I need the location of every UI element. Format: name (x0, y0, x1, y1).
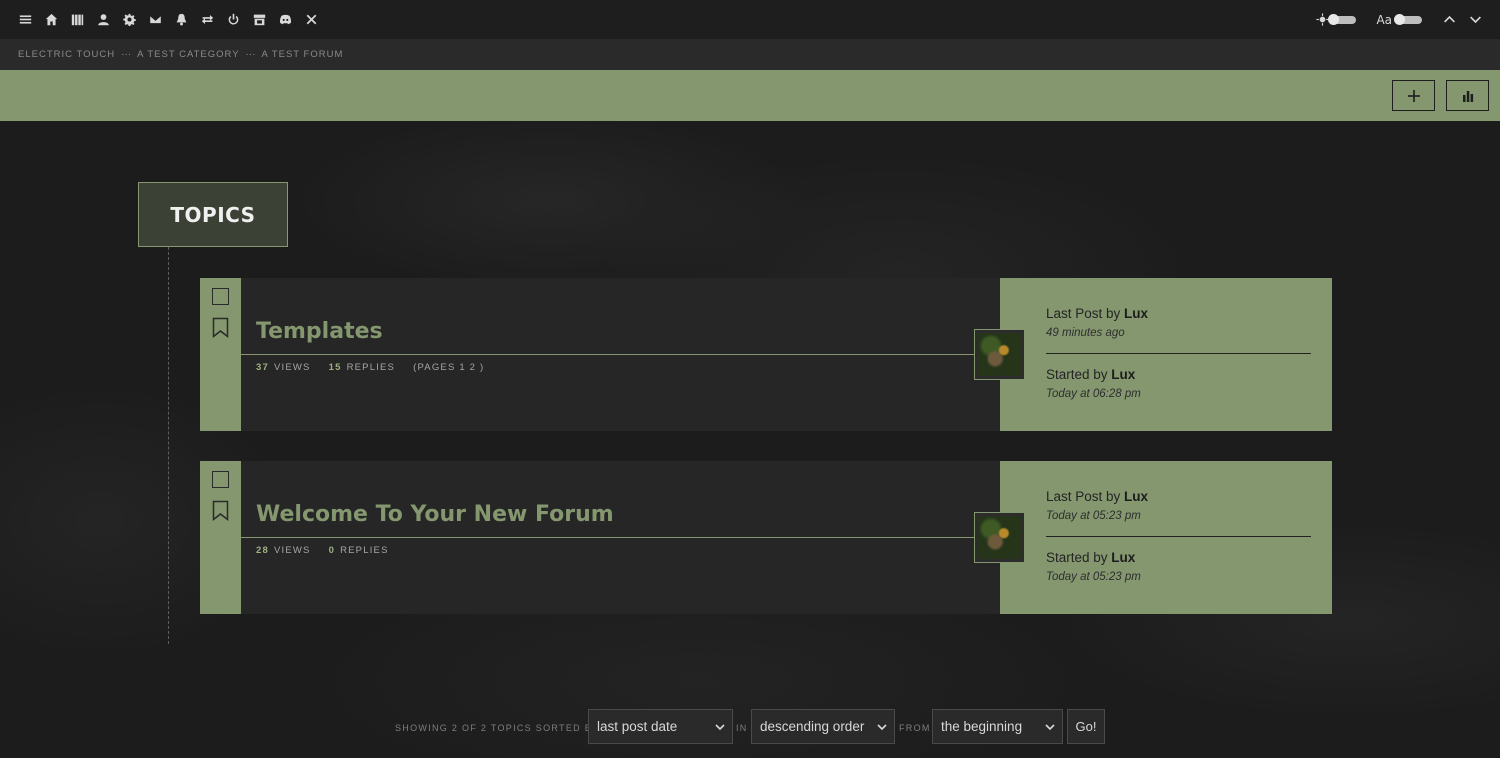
chevron-down-icon (1045, 724, 1055, 731)
bar-chart-icon (1462, 90, 1473, 102)
replies-label: REPLIES (340, 545, 389, 556)
started-time: Today at 06:28 pm (1046, 388, 1141, 400)
sort-by-value: last post date (597, 719, 678, 734)
post-info-divider (1046, 353, 1311, 354)
post-info-divider (1046, 536, 1311, 537)
avatar[interactable] (974, 512, 1025, 563)
topic-title[interactable]: Templates (256, 319, 383, 344)
breadcrumb-item-category[interactable]: A TEST CATEGORY (137, 49, 239, 60)
breadcrumb: ELECTRIC TOUCH ··· A TEST CATEGORY ··· A… (0, 39, 1500, 70)
pages-links[interactable]: (PAGES 1 2 ) (413, 362, 484, 373)
in-text: IN (736, 723, 748, 733)
started-by-line: Started by Lux (1046, 367, 1135, 382)
from-text: FROM (899, 723, 931, 733)
sort-by-select[interactable]: last post date (588, 709, 733, 744)
views-label: VIEWS (273, 362, 311, 373)
showing-text: SHOWING 2 OF 2 TOPICS SORTED BY (395, 723, 600, 733)
started-prefix: Started by (1046, 550, 1112, 565)
last-post-user[interactable]: Lux (1124, 306, 1148, 321)
sort-order-value: descending order (760, 719, 865, 734)
font-toggle-label: Aa (1376, 12, 1392, 27)
avatar-image (978, 516, 1021, 559)
select-checkbox[interactable] (212, 471, 229, 488)
replies-count: 15 (328, 362, 342, 373)
tools-icon[interactable] (298, 7, 324, 33)
forum-stats-button[interactable] (1446, 80, 1489, 111)
discord-icon[interactable] (272, 7, 298, 33)
last-post-time: Today at 05:23 pm (1046, 510, 1141, 522)
title-underline (241, 354, 1016, 355)
toolbar-left (12, 7, 324, 33)
font-toggle-group[interactable]: Aa (1376, 13, 1422, 27)
user-icon[interactable] (90, 7, 116, 33)
menu-icon[interactable] (12, 7, 38, 33)
topic-row: Templates 37 VIEWS 15 REPLIES (PAGES 1 2 )… (200, 278, 1332, 431)
section-title: TOPICS (170, 202, 256, 227)
last-post-user[interactable]: Lux (1124, 489, 1148, 504)
timeline-line (168, 247, 169, 644)
breadcrumb-separator: ··· (245, 49, 256, 60)
topic-action-strip (200, 461, 241, 614)
chevron-down-icon (877, 724, 887, 731)
library-icon[interactable] (64, 7, 90, 33)
chevron-down-icon (715, 724, 725, 731)
started-time: Today at 05:23 pm (1046, 571, 1141, 583)
topic-title[interactable]: Welcome To Your New Forum (256, 502, 614, 527)
bell-icon[interactable] (168, 7, 194, 33)
title-underline (241, 537, 1016, 538)
theme-toggle-group[interactable] (1314, 7, 1357, 33)
select-checkbox[interactable] (212, 288, 229, 305)
section-title-box: TOPICS (138, 182, 288, 247)
last-post-line: Last Post by Lux (1046, 306, 1148, 321)
go-button[interactable]: Go! (1067, 709, 1105, 744)
last-post-prefix: Last Post by (1046, 306, 1125, 321)
last-post-time: 49 minutes ago (1046, 327, 1125, 339)
swap-icon[interactable] (194, 7, 220, 33)
avatar-image (978, 333, 1021, 376)
started-by-line: Started by Lux (1046, 550, 1135, 565)
breadcrumb-item-board[interactable]: ELECTRIC TOUCH (18, 49, 115, 60)
chevron-up-icon[interactable] (1436, 7, 1462, 33)
mail-icon[interactable] (142, 7, 168, 33)
breadcrumb-separator: ··· (121, 49, 132, 60)
new-topic-button[interactable] (1392, 80, 1435, 111)
last-post-line: Last Post by Lux (1046, 489, 1148, 504)
from-value: the beginning (941, 719, 1023, 734)
chevron-down-icon[interactable] (1462, 7, 1488, 33)
replies-label: REPLIES (346, 362, 396, 373)
topic-row: Welcome To Your New Forum 28 VIEWS 0 REPLI… (200, 461, 1332, 614)
topic-post-info: Last Post by Lux 49 minutes ago Started … (1000, 278, 1332, 431)
gear-icon[interactable] (116, 7, 142, 33)
bookmark-icon[interactable] (212, 500, 229, 521)
top-toolbar: Aa (0, 0, 1500, 39)
plus-icon (1407, 89, 1420, 102)
views-count: 28 (256, 545, 269, 556)
breadcrumb-item-forum[interactable]: A TEST FORUM (262, 49, 344, 60)
sort-order-select[interactable]: descending order (751, 709, 895, 744)
views-label: VIEWS (273, 545, 311, 556)
topic-post-info: Last Post by Lux Today at 05:23 pm Start… (1000, 461, 1332, 614)
forum-header-band (0, 70, 1500, 121)
toolbar-right: Aa (1300, 7, 1488, 33)
started-user[interactable]: Lux (1111, 367, 1135, 382)
topic-action-strip (200, 278, 241, 431)
started-prefix: Started by (1046, 367, 1112, 382)
topic-stats: 28 VIEWS 0 REPLIES (256, 545, 407, 556)
topic-list-area: TOPICS Templates 37 VIEWS 15 REPLIES (PAGE… (0, 121, 1500, 758)
from-select[interactable]: the beginning (932, 709, 1063, 744)
theme-toggle-switch[interactable] (1328, 13, 1357, 25)
topic-stats: 37 VIEWS 15 REPLIES (PAGES 1 2 ) (256, 362, 502, 373)
views-count: 37 (256, 362, 269, 373)
avatar[interactable] (974, 329, 1025, 380)
last-post-prefix: Last Post by (1046, 489, 1125, 504)
sort-options-bar: SHOWING 2 OF 2 TOPICS SORTED BY last pos… (0, 709, 1500, 745)
font-toggle-switch[interactable] (1394, 13, 1422, 25)
store-icon[interactable] (246, 7, 272, 33)
power-icon[interactable] (220, 7, 246, 33)
home-icon[interactable] (38, 7, 64, 33)
started-user[interactable]: Lux (1111, 550, 1135, 565)
bookmark-icon[interactable] (212, 317, 229, 338)
replies-count: 0 (328, 545, 336, 556)
